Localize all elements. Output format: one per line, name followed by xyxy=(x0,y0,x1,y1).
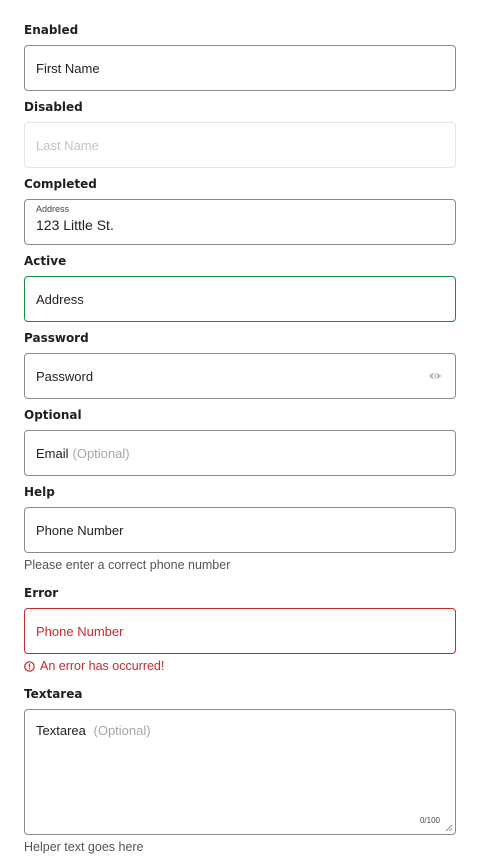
textarea-helper-text: Helper text goes here xyxy=(24,840,144,854)
last-name-placeholder: Last Name xyxy=(36,137,99,153)
error-group: Error Phone Number An error has occurred… xyxy=(24,585,456,674)
help-group: Help Phone Number Please enter a correct… xyxy=(24,484,456,573)
disabled-group: Disabled Last Name xyxy=(24,99,456,168)
address-value: 123 Little St. xyxy=(36,217,114,233)
address-placeholder: Address xyxy=(36,291,84,307)
input-field-showcase: Enabled First Name Disabled Last Name Co… xyxy=(0,0,480,860)
section-label-disabled: Disabled xyxy=(24,100,83,114)
address-floating-label: Address xyxy=(36,204,70,214)
resize-handle-icon[interactable] xyxy=(445,824,453,832)
section-label-textarea: Textarea xyxy=(24,687,83,701)
optional-group: Optional Email (Optional) xyxy=(24,407,456,476)
textarea-placeholder: Textarea xyxy=(36,723,86,738)
enabled-group: Enabled First Name xyxy=(24,22,456,91)
section-label-active: Active xyxy=(24,254,67,268)
address-active-input[interactable]: Address xyxy=(24,276,456,322)
alert-circle-icon xyxy=(24,660,35,672)
completed-group: Completed Address 123 Little St. xyxy=(24,176,456,245)
phone-number-input[interactable]: Phone Number xyxy=(24,507,456,553)
first-name-placeholder: First Name xyxy=(36,60,100,76)
section-label-error: Error xyxy=(24,586,59,600)
password-input[interactable]: Password xyxy=(24,353,456,399)
phone-number-placeholder: Phone Number xyxy=(36,522,124,538)
textarea-optional-tag: (Optional) xyxy=(93,723,151,738)
section-label-enabled: Enabled xyxy=(24,23,79,37)
password-group: Password Password xyxy=(24,330,456,399)
error-message-text: An error has occurred! xyxy=(40,659,165,673)
section-label-help: Help xyxy=(24,485,55,499)
section-label-completed: Completed xyxy=(24,177,97,191)
active-group: Active Address xyxy=(24,253,456,322)
first-name-input[interactable]: First Name xyxy=(24,45,456,91)
textarea-input[interactable]: Textarea (Optional) 0/100 xyxy=(24,709,456,835)
last-name-input: Last Name xyxy=(24,122,456,168)
textarea-group: Textarea Textarea (Optional) 0/100 Helpe… xyxy=(24,686,456,855)
error-message: An error has occurred! xyxy=(24,658,456,674)
helper-text: Please enter a correct phone number xyxy=(24,558,231,572)
section-label-password: Password xyxy=(24,331,89,345)
character-counter: 0/100 xyxy=(419,816,440,825)
email-placeholder: Email xyxy=(36,445,69,461)
email-input[interactable]: Email (Optional) xyxy=(24,430,456,476)
optional-tag: (Optional) xyxy=(72,445,130,461)
section-label-optional: Optional xyxy=(24,408,82,422)
phone-number-error-placeholder: Phone Number xyxy=(36,623,124,639)
phone-number-error-input[interactable]: Phone Number xyxy=(24,608,456,654)
address-completed-input[interactable]: Address 123 Little St. xyxy=(24,199,456,245)
eye-icon[interactable] xyxy=(428,370,442,382)
password-placeholder: Password xyxy=(36,368,94,384)
